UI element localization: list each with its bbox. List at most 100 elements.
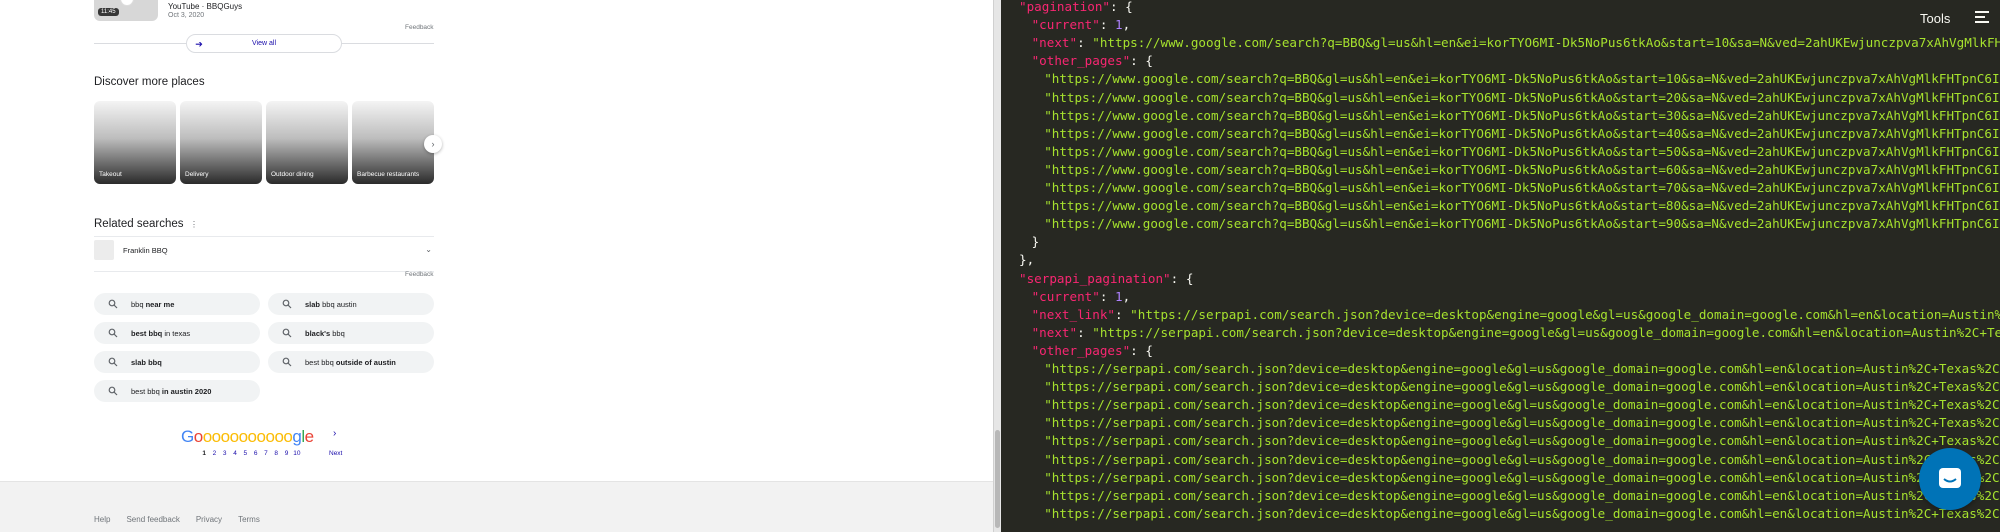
chat-button[interactable] bbox=[1919, 448, 1981, 510]
code-token: "https://serpapi.com/search.json?device=… bbox=[1130, 306, 2000, 322]
page-number-5[interactable]: 5 bbox=[240, 450, 250, 457]
more-vert-icon[interactable]: ⋮ bbox=[190, 220, 198, 229]
view-all-button[interactable]: ➔ View all bbox=[186, 34, 342, 53]
page-number-2[interactable]: 2 bbox=[209, 450, 219, 457]
tools-menu[interactable]: Tools bbox=[1896, 0, 2000, 36]
chevron-right-icon: › bbox=[431, 139, 435, 149]
place-label: Barbecue restaurants bbox=[357, 171, 420, 178]
search-icon bbox=[108, 299, 118, 309]
place-label: Delivery bbox=[185, 171, 209, 178]
pane-splitter[interactable] bbox=[993, 0, 1001, 532]
entity-thumbnail bbox=[94, 240, 114, 260]
place-label: Outdoor dining bbox=[271, 171, 314, 178]
carousel-next-button[interactable]: › bbox=[424, 135, 442, 153]
next-page-link[interactable]: Next bbox=[329, 450, 342, 457]
logo-letter: o bbox=[238, 427, 248, 446]
page-number-9[interactable]: 9 bbox=[281, 450, 291, 457]
code-token: "https://www.google.com/search?q=BBQ&gl=… bbox=[1092, 35, 2000, 51]
divider bbox=[94, 236, 434, 237]
footer-link-terms[interactable]: Terms bbox=[238, 515, 260, 524]
code-line: } bbox=[1032, 233, 1040, 251]
related-search-chip[interactable]: black's bbq bbox=[268, 322, 434, 344]
code-token: "https://serpapi.com/search.json?device=… bbox=[1044, 361, 2000, 376]
page-number-6[interactable]: 6 bbox=[250, 450, 260, 457]
chat-icon bbox=[1939, 468, 1961, 488]
chip-text-bold: slab bbq bbox=[131, 358, 162, 367]
discover-title: Discover more places bbox=[94, 76, 205, 88]
place-card-takeout[interactable]: Takeout bbox=[94, 101, 176, 184]
code-line: "other_pages": { bbox=[1032, 342, 1153, 360]
page-number-8[interactable]: 8 bbox=[271, 450, 281, 457]
code-line: "https://serpapi.com/search.json?device=… bbox=[1044, 432, 2000, 450]
code-token: "https://serpapi.com/search.json?device=… bbox=[1044, 487, 2000, 503]
page-number-1: 1 bbox=[202, 450, 206, 457]
code-token: "next" bbox=[1031, 35, 1078, 51]
chip-text-bold: near me bbox=[143, 300, 175, 309]
chip-text: best bbq bbox=[131, 387, 160, 396]
feedback-link[interactable]: Feedback bbox=[405, 24, 434, 31]
code-token: , bbox=[1122, 288, 1131, 304]
page-number-3[interactable]: 3 bbox=[220, 450, 230, 457]
related-search-chip[interactable]: slab bbq bbox=[94, 351, 260, 373]
code-token: "next" bbox=[1031, 324, 1078, 340]
related-search-chip[interactable]: best bbq in austin 2020 bbox=[94, 380, 260, 402]
code-token: "https://www.google.com/search?q=BBQ&gl=… bbox=[1044, 143, 2000, 159]
page-number-10[interactable]: 10 bbox=[292, 450, 302, 457]
code-token: "current" bbox=[1031, 288, 1100, 304]
code-line: "https://serpapi.com/search.json?device=… bbox=[1044, 451, 2000, 469]
chip-text-bold: outside of austin bbox=[333, 358, 396, 367]
chip-text: bbq austin bbox=[320, 300, 357, 309]
page-number-7[interactable]: 7 bbox=[261, 450, 271, 457]
logo-letter: o bbox=[193, 427, 203, 446]
code-token: "https://serpapi.com/search.json?device=… bbox=[1044, 451, 2000, 467]
code-line: "https://www.google.com/search?q=BBQ&gl=… bbox=[1044, 143, 2000, 161]
place-label: Takeout bbox=[99, 171, 122, 178]
page-number-4[interactable]: 4 bbox=[230, 450, 240, 457]
code-token: "https://www.google.com/search?q=BBQ&gl=… bbox=[1044, 216, 2000, 232]
related-entity-franklin[interactable]: Franklin BBQ ⌄ bbox=[94, 240, 434, 262]
place-card-delivery[interactable]: Delivery bbox=[180, 101, 262, 184]
logo-letter: g bbox=[292, 427, 302, 446]
code-line: "https://serpapi.com/search.json?device=… bbox=[1044, 414, 2000, 432]
code-line: "next_link": "https://serpapi.com/search… bbox=[1032, 306, 2000, 324]
code-line: "serpapi_pagination": { bbox=[1019, 270, 1193, 288]
related-search-chip[interactable]: slab bbq austin bbox=[268, 293, 434, 315]
code-token: "next_link" bbox=[1031, 306, 1115, 322]
view-all-label: View all bbox=[252, 40, 276, 47]
code-token: , bbox=[1122, 17, 1131, 33]
place-card-outdoor-dining[interactable]: Outdoor dining bbox=[266, 101, 348, 184]
code-line: "https://serpapi.com/search.json?device=… bbox=[1044, 505, 2000, 523]
code-line: "https://serpapi.com/search.json?device=… bbox=[1044, 487, 2000, 505]
code-token: : bbox=[1099, 288, 1116, 304]
code-token: "https://serpapi.com/search.json?device=… bbox=[1044, 433, 2000, 449]
code-token: "https://serpapi.com/search.json?device=… bbox=[1092, 324, 2000, 340]
related-search-chip[interactable]: best bbq outside of austin bbox=[268, 351, 434, 373]
code-token: "https://www.google.com/search?q=BBQ&gl=… bbox=[1044, 180, 2000, 195]
code-token: "https://www.google.com/search?q=BBQ&gl=… bbox=[1044, 125, 2000, 141]
google-pagination-logo: Gooooooooooogle bbox=[181, 427, 314, 447]
video-duration: 11:45 bbox=[98, 8, 119, 16]
related-searches-title: Related searches bbox=[94, 218, 184, 230]
footer-link-help[interactable]: Help bbox=[94, 515, 110, 524]
entity-label: Franklin BBQ bbox=[123, 246, 168, 255]
place-card-barbecue[interactable]: Barbecue restaurants bbox=[352, 101, 434, 184]
search-icon bbox=[282, 357, 292, 367]
code-token: "https://www.google.com/search?q=BBQ&gl=… bbox=[1044, 107, 2000, 123]
code-line: }, bbox=[1019, 251, 1034, 269]
related-search-chip[interactable]: best bbq in texas bbox=[94, 322, 260, 344]
logo-letter: o bbox=[247, 427, 257, 446]
code-line: "https://serpapi.com/search.json?device=… bbox=[1044, 360, 2000, 378]
chip-text-bold: slab bbox=[305, 300, 321, 309]
scrollbar-thumb[interactable] bbox=[995, 430, 1000, 528]
code-token: "https://serpapi.com/search.json?device=… bbox=[1044, 415, 2000, 431]
tools-label: Tools bbox=[1920, 10, 1951, 26]
logo-letter: e bbox=[304, 427, 314, 446]
logo-letter: o bbox=[229, 427, 239, 446]
feedback-link[interactable]: Feedback bbox=[405, 271, 434, 278]
filter-icon bbox=[1975, 11, 1989, 26]
related-search-chip[interactable]: bbq near me bbox=[94, 293, 260, 315]
footer-link-send-feedback[interactable]: Send feedback bbox=[126, 515, 179, 524]
footer-link-privacy[interactable]: Privacy bbox=[196, 515, 222, 524]
code-line: "https://serpapi.com/search.json?device=… bbox=[1044, 378, 2000, 396]
chevron-right-icon[interactable]: › bbox=[333, 428, 336, 439]
